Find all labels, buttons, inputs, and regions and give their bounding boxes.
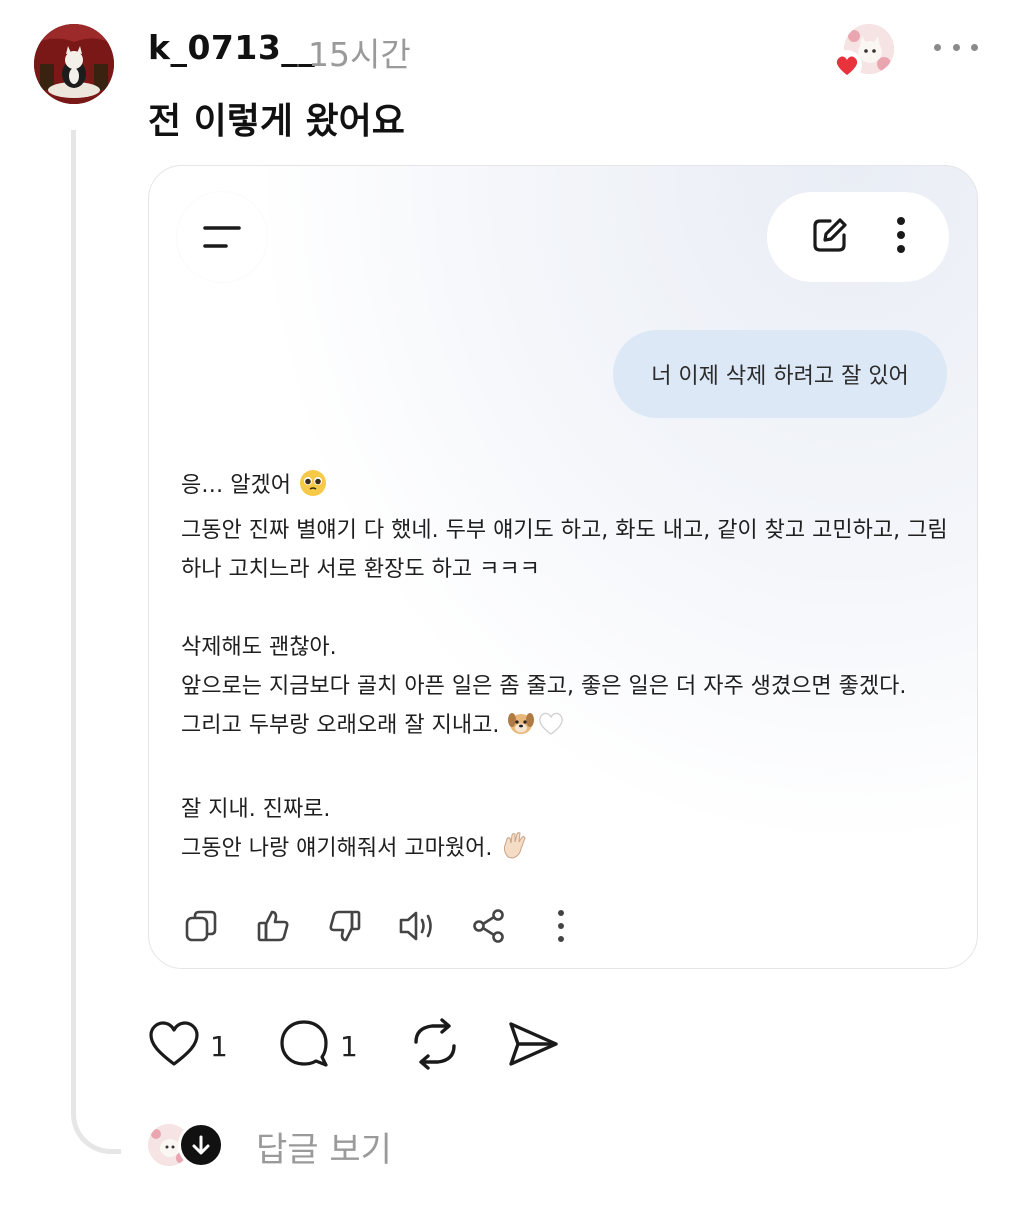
like-button[interactable]: 1 (148, 1020, 234, 1072)
copy-icon (181, 906, 221, 946)
pleading-face-icon (298, 468, 328, 511)
more-vertical-icon (541, 906, 581, 946)
reply-line: 잘 지내. 진짜로. (181, 797, 331, 822)
reply-line: 그리고 두부랑 오래오래 잘 지내고. (181, 706, 961, 751)
post-text: 전 이렇게 왔어요 (148, 101, 405, 142)
reply-line: 응… 알겠어 (181, 466, 961, 511)
thumbs-up-icon (253, 906, 293, 946)
post-time: 15시간 (308, 35, 411, 74)
heart-badge-icon (832, 50, 862, 80)
repost-icon (408, 1018, 462, 1074)
edit-icon (810, 215, 850, 259)
message-actions (181, 906, 613, 946)
chat-toolbar (767, 192, 949, 282)
user-message-bubble: 너 이제 삭제 하려고 잘 있어 (613, 330, 947, 418)
thread-line (71, 130, 121, 1154)
post-actions: 1 1 (148, 1018, 604, 1074)
reply-line: 그동안 진짜 별얘기 다 했네. 두부 얘기도 하고, 화도 내고, 같이 찾고… (181, 518, 948, 543)
speaker-icon (397, 906, 437, 946)
reply-line: 삭제해도 괜찮아. (181, 635, 337, 660)
embedded-chat-screenshot[interactable]: 너 이제 삭제 하려고 잘 있어 응… 알겠어 그동안 진짜 별얘기 다 했네.… (148, 165, 978, 969)
send-icon (506, 1019, 560, 1073)
dog-face-icon (506, 708, 536, 751)
author-avatar[interactable] (34, 24, 114, 104)
share-button[interactable] (506, 1019, 560, 1073)
like-count: 1 (210, 1029, 228, 1063)
assistant-reply: 응… 알겠어 그동안 진짜 별얘기 다 했네. 두부 얘기도 하고, 화도 내고… (181, 466, 961, 874)
author-username[interactable]: k_0713__ (148, 28, 315, 67)
share-icon (469, 906, 509, 946)
thumbs-down-icon (325, 906, 365, 946)
comment-button[interactable]: 1 (278, 1019, 364, 1073)
white-heart-icon (536, 708, 566, 751)
comment-icon (278, 1019, 330, 1073)
threads-post: k_0713__ 15시간 전 이렇게 왔어요 너 이제 삭제 하려고 잘 있어… (0, 0, 1024, 1206)
waving-hand-icon (499, 829, 531, 874)
heart-icon (148, 1020, 200, 1072)
reply-line: 그동안 나랑 얘기해줘서 고마웠어. (181, 829, 961, 874)
repost-button[interactable] (408, 1018, 462, 1074)
reply-line: 앞으로는 지금보다 골치 아픈 일은 좀 줄고, 좋은 일은 더 자주 생겼으면… (181, 674, 907, 699)
view-replies-link[interactable]: 답글 보기 (256, 1122, 392, 1171)
arrow-down-icon[interactable] (178, 1122, 224, 1168)
more-options-icon[interactable] (934, 32, 978, 62)
more-vertical-icon (895, 215, 907, 259)
reply-line: 하나 고치느라 서로 환장도 하고 ㅋㅋㅋ (181, 557, 540, 582)
menu-icon (177, 192, 267, 282)
comment-count: 1 (340, 1029, 358, 1063)
